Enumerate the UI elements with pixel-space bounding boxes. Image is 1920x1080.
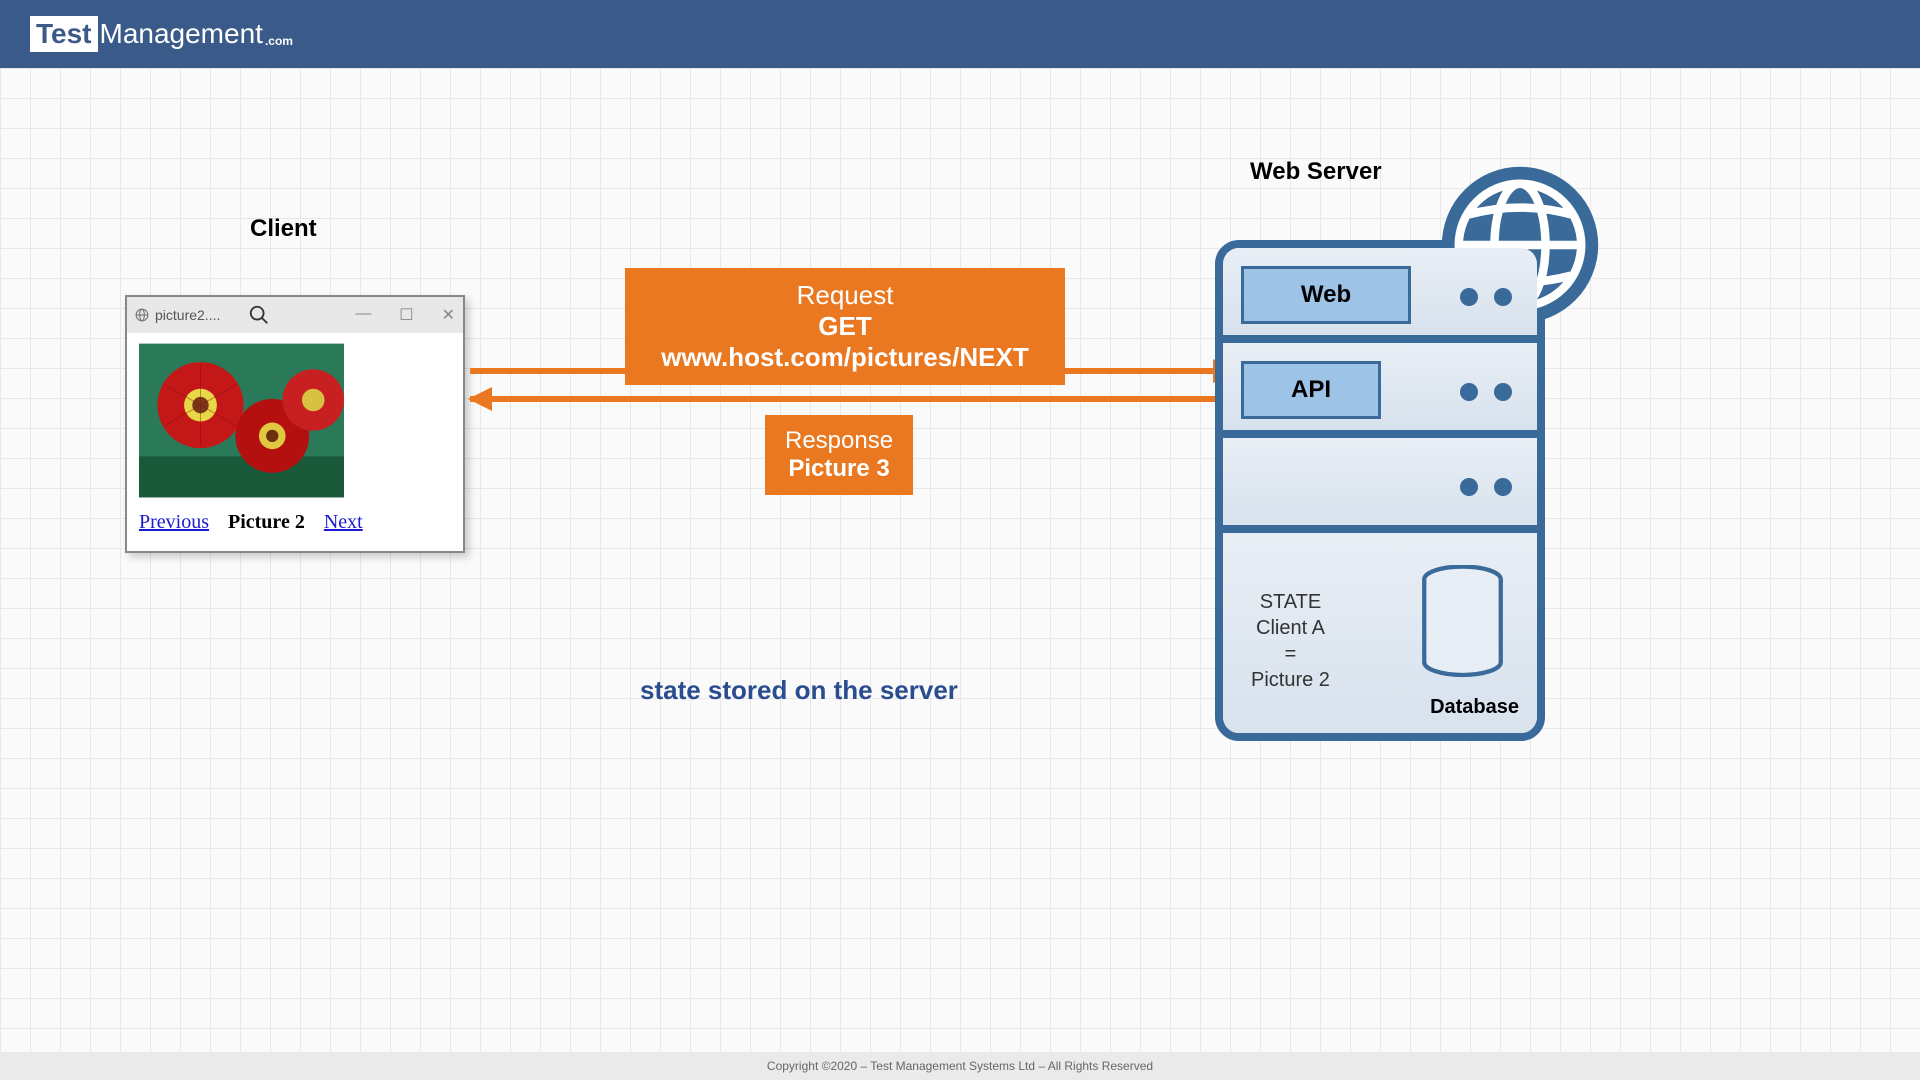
request-title: Request: [645, 280, 1045, 311]
picture-nav: Previous Picture 2 Next: [139, 511, 451, 534]
database-label: Database: [1430, 696, 1519, 719]
server-label: Web Server: [1250, 158, 1382, 186]
close-icon[interactable]: ✕: [442, 305, 455, 325]
response-box: Response Picture 3: [765, 415, 913, 495]
indicator-dot: [1460, 383, 1478, 401]
indicator-dot: [1460, 288, 1478, 306]
database-icon: [1420, 565, 1505, 685]
request-detail: GET www.host.com/pictures/NEXT: [645, 311, 1045, 373]
header-bar: Test Management .com: [0, 0, 1920, 68]
state-value: Picture 2: [1251, 667, 1330, 693]
rack-unit-api: API: [1223, 343, 1537, 438]
browser-tab-bar: picture2.... — ☐ ✕: [127, 297, 463, 333]
state-info: STATE Client A = Picture 2: [1251, 589, 1330, 693]
next-link[interactable]: Next: [324, 511, 363, 533]
rack-unit-blank: [1223, 438, 1537, 533]
footer: Copyright ©2020 – Test Management System…: [0, 1052, 1920, 1080]
indicator-dot: [1494, 288, 1512, 306]
state-client: Client A: [1251, 615, 1330, 641]
globe-icon: [135, 308, 149, 322]
browser-tab[interactable]: picture2....: [135, 307, 220, 323]
previous-link[interactable]: Previous: [139, 511, 209, 533]
state-title: STATE: [1251, 589, 1330, 615]
tab-title: picture2....: [155, 307, 220, 323]
logo: Test Management .com: [30, 16, 293, 52]
current-picture-label: Picture 2: [228, 511, 305, 533]
maximize-icon[interactable]: ☐: [399, 305, 413, 325]
indicator-dot: [1460, 478, 1478, 496]
indicator-dot: [1494, 383, 1512, 401]
server-rack: Web API STATE Client A = Picture 2 Datab…: [1215, 240, 1545, 741]
picture-image: [139, 343, 344, 498]
client-label: Client: [250, 215, 317, 243]
api-module-box: API: [1241, 361, 1381, 419]
minimize-icon[interactable]: —: [355, 305, 371, 325]
state-note-label: state stored on the server: [640, 675, 958, 706]
logo-com: .com: [265, 34, 293, 48]
web-module-box: Web: [1241, 266, 1411, 324]
response-detail: Picture 3: [785, 455, 893, 483]
response-title: Response: [785, 427, 893, 455]
copyright-text: Copyright ©2020 – Test Management System…: [767, 1059, 1153, 1073]
rack-unit-db: STATE Client A = Picture 2 Database: [1223, 533, 1537, 733]
state-eq: =: [1251, 641, 1330, 667]
logo-test: Test: [30, 16, 98, 52]
request-box: Request GET www.host.com/pictures/NEXT: [625, 268, 1065, 385]
server-stack: Web API STATE Client A = Picture 2 Datab…: [1215, 240, 1545, 770]
magnify-icon: [248, 304, 270, 326]
response-arrow: [470, 396, 1240, 402]
rack-unit-web: Web: [1223, 248, 1537, 343]
browser-body: Previous Picture 2 Next: [127, 333, 463, 544]
logo-mgmt: Management: [100, 18, 263, 50]
indicator-dot: [1494, 478, 1512, 496]
client-browser-window: picture2.... — ☐ ✕: [125, 295, 465, 553]
